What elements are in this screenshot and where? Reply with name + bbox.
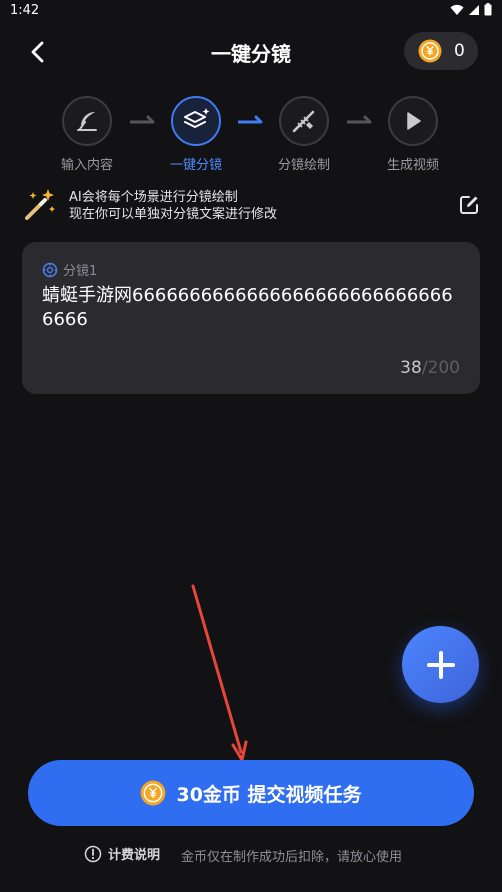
coin-count: 0 — [454, 41, 465, 61]
step-circle — [388, 96, 438, 146]
step-input-content[interactable]: 输入内容 — [42, 96, 132, 173]
billing-label: 计费说明 — [108, 848, 161, 863]
submit-video-task-button[interactable]: 30金币 提交视频任务 — [28, 760, 474, 826]
step-circle — [62, 96, 112, 146]
edit-button[interactable] — [456, 192, 482, 218]
add-storyboard-button[interactable] — [402, 626, 479, 703]
status-icons — [450, 3, 492, 16]
char-counter: 38/200 — [400, 358, 460, 378]
status-time: 1:42 — [10, 3, 40, 18]
step-label: 输入内容 — [60, 158, 113, 173]
header: 一键分镜 0 — [0, 30, 502, 74]
hint-line-2: 现在你可以单独对分镜文案进行修改 — [69, 207, 278, 222]
char-count-max: /200 — [421, 358, 460, 378]
edit-icon — [460, 196, 478, 214]
info-icon — [84, 845, 102, 862]
step-generate-video[interactable]: 生成视频 — [368, 96, 458, 173]
plus-icon — [426, 650, 455, 679]
storyboard-text[interactable]: 蜻蜓手游网66666666666666666666666666666666 — [42, 284, 462, 332]
battery-icon — [484, 3, 492, 16]
step-label: 分镜绘制 — [277, 158, 330, 173]
step-storyboard-drawing[interactable]: 分镜绘制 — [259, 96, 349, 173]
storyboard-label: 分镜1 — [63, 264, 98, 279]
billing-info-link[interactable]: 计费说明 — [84, 844, 160, 863]
layers-sparkle-icon — [184, 108, 210, 128]
step-circle — [279, 96, 329, 146]
brush-ruler-icon — [292, 110, 315, 133]
signal-icon — [469, 4, 479, 15]
feather-pen-icon — [77, 112, 97, 131]
storyboard-header: 分镜1 — [42, 260, 97, 279]
coin-icon — [418, 39, 442, 63]
step-one-click-storyboard[interactable]: 一键分镜 — [151, 96, 241, 173]
magic-wand-icon — [25, 189, 55, 220]
storyboard-card[interactable]: 分镜1 蜻蜓手游网6666666666666666666666666666666… — [22, 242, 480, 394]
footer: 计费说明 金币仅在制作成功后扣除，请放心使用 — [0, 844, 502, 866]
film-reel-icon — [42, 262, 58, 277]
status-bar: 1:42 — [0, 0, 502, 24]
footer-note: 金币仅在制作成功后扣除，请放心使用 — [181, 850, 403, 865]
submit-label: 30金币 提交视频任务 — [176, 783, 362, 806]
coin-icon — [141, 780, 166, 806]
step-label: 一键分镜 — [169, 158, 222, 173]
wifi-icon — [450, 4, 464, 15]
ai-hint: AI会将每个场景进行分镜绘制 现在你可以单独对分镜文案进行修改 — [22, 184, 482, 224]
step-indicator: 输入内容 一键分镜 分镜绘制 生成视频 — [0, 96, 502, 176]
step-circle — [171, 96, 221, 146]
step-label: 生成视频 — [386, 158, 439, 173]
char-count-current: 38 — [400, 358, 422, 378]
coin-balance[interactable]: 0 — [404, 32, 478, 70]
play-icon — [407, 112, 421, 130]
